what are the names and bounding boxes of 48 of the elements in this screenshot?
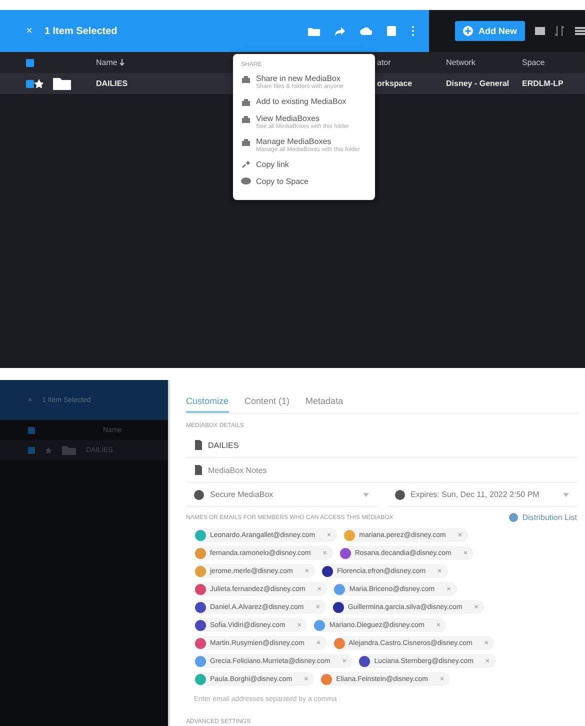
field-value: DAILIES (208, 440, 239, 450)
selection-title: 1 Item Selected (44, 26, 118, 36)
close-button[interactable]: × (26, 25, 32, 37)
sort-arrow-icon (119, 59, 126, 66)
folder-icon[interactable] (308, 26, 320, 36)
star-icon (45, 446, 52, 454)
share-icon[interactable] (334, 26, 346, 36)
sort-icon[interactable] (555, 26, 565, 36)
cloud-upload-icon[interactable] (360, 26, 372, 36)
distribution-list-link[interactable]: Distribution List (509, 513, 577, 522)
caret-icon (563, 492, 569, 496)
more-icon[interactable] (411, 25, 416, 37)
menu-item[interactable]: Share in new MediaBox (256, 74, 344, 83)
dropdown-value: Expires: Sun, Dec 11, 2022 2:50 PM (410, 490, 540, 499)
menu-item[interactable]: Add to existing MediaBox (256, 97, 346, 106)
star-icon[interactable] (34, 79, 43, 88)
file-icon (194, 440, 202, 450)
column-header: Network (446, 58, 476, 67)
column-header: ator (377, 58, 391, 67)
folder-icon (62, 445, 76, 455)
table-cell: ERDLM-LP (522, 79, 564, 88)
link-icon (241, 160, 251, 170)
expiry-dropdown[interactable]: Expires: Sun, Dec 11, 2022 2:50 PM (386, 483, 577, 507)
menu-item[interactable]: Manage MediaBoxes (256, 137, 360, 146)
plus-icon (463, 26, 474, 36)
name-field[interactable]: DAILIES (186, 433, 577, 458)
table-cell: DAILIES (96, 79, 128, 88)
list-view-icon[interactable] (575, 26, 585, 36)
table-cell: orkspace (377, 79, 412, 88)
menu-item[interactable]: View MediaBoxes (256, 114, 350, 123)
tab[interactable]: Customize (186, 395, 229, 413)
row-checkbox[interactable] (26, 80, 34, 88)
add-new-button[interactable]: Add New (455, 21, 525, 41)
menu-item[interactable]: Copy link (256, 160, 289, 169)
table-cell: Disney - General (446, 79, 510, 88)
field-placeholder: MediaBox Notes (208, 466, 267, 474)
column-header: Name (96, 58, 118, 67)
security-dropdown[interactable]: Secure MediaBox (186, 483, 376, 507)
menu-item[interactable]: Copy to Space (256, 177, 308, 186)
notes-field[interactable]: MediaBox Notes (186, 458, 577, 483)
column-header: Space (522, 58, 545, 67)
tab[interactable]: Metadata (306, 395, 344, 413)
folder-icon (53, 77, 71, 90)
file-icon (194, 465, 202, 475)
dropdown-value: Secure MediaBox (210, 490, 274, 499)
select-all-checkbox[interactable] (26, 58, 34, 66)
caret-icon (362, 492, 368, 496)
tab[interactable]: Content (1) (244, 395, 290, 413)
